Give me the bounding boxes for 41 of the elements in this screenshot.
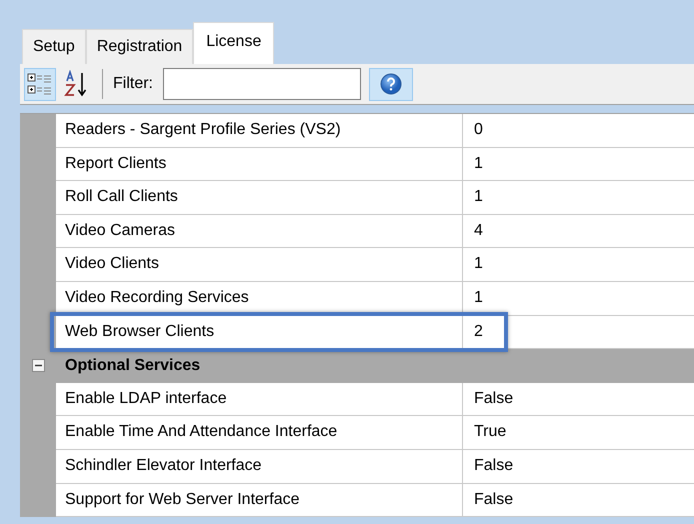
property-row[interactable]: Support for Web Server Interface False bbox=[20, 484, 694, 518]
help-icon bbox=[380, 73, 402, 95]
property-row[interactable]: Video Clients 1 bbox=[20, 248, 694, 282]
property-row[interactable]: Report Clients 1 bbox=[20, 148, 694, 182]
property-name: Video Cameras bbox=[56, 214, 463, 248]
help-button[interactable] bbox=[369, 68, 413, 100]
property-name: Enable Time And Attendance Interface bbox=[56, 416, 463, 450]
property-name: Support for Web Server Interface bbox=[56, 484, 463, 518]
tab[interactable]: License bbox=[193, 22, 274, 64]
property-value[interactable]: 1 bbox=[463, 248, 694, 282]
collapse-icon[interactable] bbox=[32, 359, 44, 372]
property-value[interactable]: 1 bbox=[463, 282, 694, 316]
property-name: Schindler Elevator Interface bbox=[56, 450, 463, 484]
property-name: Video Clients bbox=[56, 248, 463, 282]
property-name: Enable LDAP interface bbox=[56, 382, 463, 416]
property-row[interactable]: Enable Time And Attendance Interface True bbox=[20, 416, 694, 450]
property-name: Video Recording Services bbox=[56, 282, 463, 316]
property-row[interactable]: Video Recording Services 1 bbox=[20, 282, 694, 316]
property-value[interactable]: 4 bbox=[463, 214, 694, 248]
property-value[interactable]: 1 bbox=[463, 181, 694, 215]
property-row[interactable]: Enable LDAP interface False bbox=[20, 382, 694, 416]
property-row[interactable]: Readers - Sargent Profile Series (VS2) 0 bbox=[20, 114, 694, 148]
property-row[interactable]: Schindler Elevator Interface False bbox=[20, 450, 694, 484]
property-value[interactable]: False bbox=[463, 450, 694, 484]
tab[interactable]: Registration bbox=[86, 29, 194, 64]
property-value[interactable]: 0 bbox=[463, 114, 694, 148]
property-name: Readers - Sargent Profile Series (VS2) bbox=[56, 114, 463, 148]
property-value[interactable]: 1 bbox=[463, 148, 694, 182]
filter-field[interactable] bbox=[163, 68, 361, 100]
categorized-view-button[interactable] bbox=[24, 68, 56, 100]
property-row[interactable]: Video Cameras 4 bbox=[20, 214, 694, 248]
property-value[interactable]: False bbox=[463, 484, 694, 518]
category-row[interactable]: Optional Services bbox=[20, 349, 694, 383]
property-name: Report Clients bbox=[56, 148, 463, 182]
tab[interactable]: Setup bbox=[22, 29, 86, 64]
property-value[interactable]: True bbox=[463, 416, 694, 450]
filter-label: Filter: bbox=[113, 74, 153, 94]
property-value[interactable]: False bbox=[463, 382, 694, 416]
property-row[interactable]: Roll Call Clients 1 bbox=[20, 181, 694, 215]
property-name: Roll Call Clients bbox=[56, 181, 463, 215]
category-name: Optional Services bbox=[64, 356, 202, 376]
